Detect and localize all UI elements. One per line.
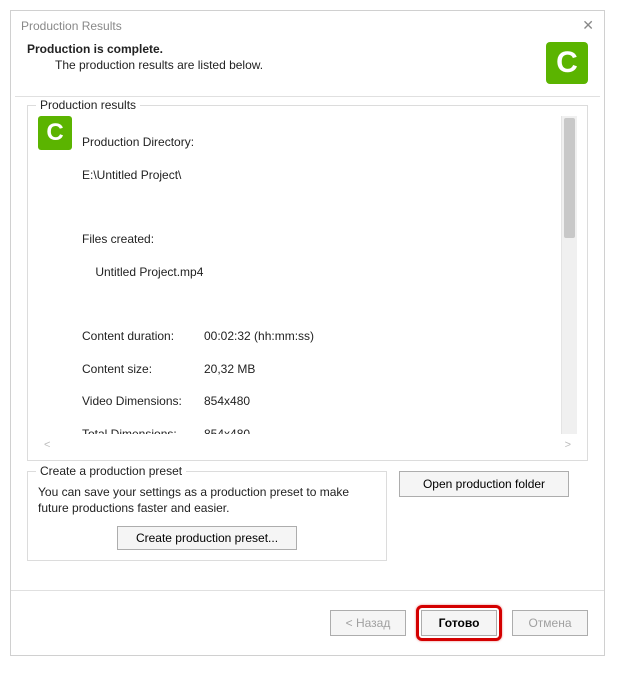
close-icon[interactable]: ✕ [582,17,594,34]
lower-row: Create a production preset You can save … [27,471,588,561]
back-button: < Назад [330,610,406,636]
scroll-right-icon[interactable]: > [565,439,571,451]
content: Production results C Production Director… [11,105,604,590]
cancel-button: Отмена [512,610,588,636]
results-group-title: Production results [36,98,140,112]
header-text: Production is complete. The production r… [27,42,263,72]
preset-groupbox: Create a production preset You can save … [27,471,387,561]
scrollbar-thumb[interactable] [564,118,575,238]
titlebar: Production Results ✕ [11,11,604,38]
row-content-duration: Content duration:00:02:32 (hh:mm:ss) [82,328,551,344]
window-title: Production Results [21,19,122,33]
finish-button[interactable]: Готово [421,610,497,636]
row-content-size: Content size:20,32 MB [82,361,551,377]
vertical-scrollbar[interactable] [561,116,577,434]
row-video-dimensions: Video Dimensions:854x480 [82,393,551,409]
scroll-left-icon[interactable]: < [44,439,50,451]
open-folder-wrap: Open production folder [399,471,569,497]
header-subtitle: The production results are listed below. [27,58,263,72]
header: Production is complete. The production r… [11,38,604,96]
preset-description: You can save your settings as a producti… [38,484,376,516]
camtasia-logo-small-icon: C [38,116,72,150]
camtasia-logo-icon: C [546,42,588,84]
files-label: Files created: [82,231,551,247]
finish-button-highlight: Готово [416,605,502,641]
dialog-window: Production Results ✕ Production is compl… [10,10,605,656]
horizontal-scrollbar[interactable]: < > [38,438,577,452]
file-item: Untitled Project.mp4 [82,264,551,280]
header-title: Production is complete. [27,42,263,56]
results-text: Production Directory: E:\Untitled Projec… [82,116,551,434]
create-preset-button[interactable]: Create production preset... [117,526,297,550]
footer: < Назад Готово Отмена [11,590,604,655]
row-total-dimensions: Total Dimensions:854x480 [82,426,551,434]
open-production-folder-button[interactable]: Open production folder [399,471,569,497]
divider [15,96,600,97]
dir-label: Production Directory: [82,134,551,150]
dir-value: E:\Untitled Project\ [82,167,551,183]
preset-group-title: Create a production preset [36,464,186,478]
results-body: C Production Directory: E:\Untitled Proj… [38,116,577,434]
results-groupbox: Production results C Production Director… [27,105,588,461]
